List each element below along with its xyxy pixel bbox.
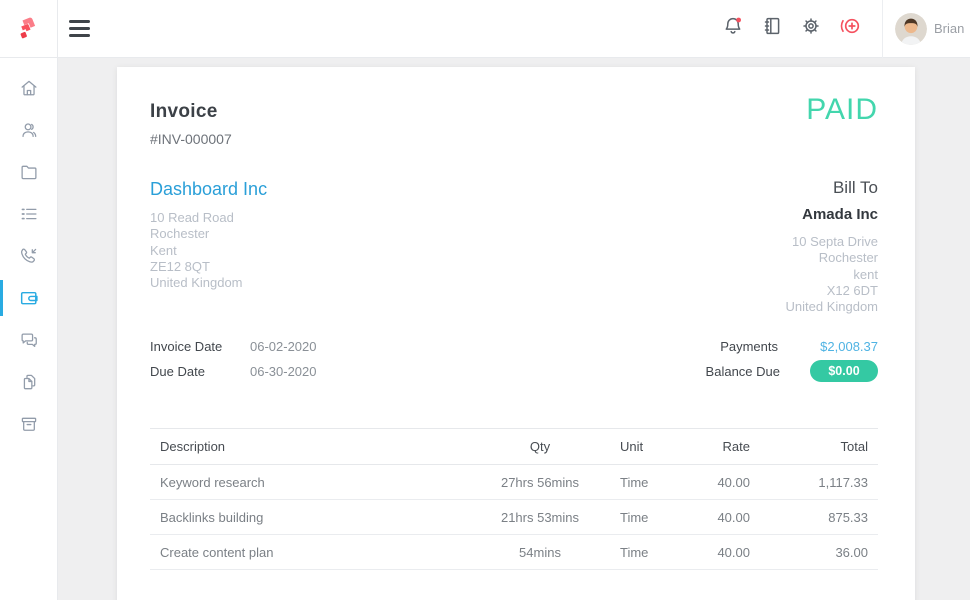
payments-value[interactable]: $2,008.37: [808, 339, 878, 354]
sidebar-item-documents[interactable]: [0, 361, 57, 403]
cell-qty: 21hrs 53mins: [480, 500, 600, 535]
menu-toggle-button[interactable]: [69, 16, 90, 42]
sidebar-item-calls[interactable]: [0, 235, 57, 277]
invoice-date-value: 06-02-2020: [250, 339, 317, 354]
cell-description: Keyword research: [150, 465, 480, 500]
address-line: Kent: [150, 243, 267, 259]
address-line: ZE12 8QT: [150, 259, 267, 275]
table-row: Backlinks building 21hrs 53mins Time 40.…: [150, 500, 878, 535]
address-line: United Kingdom: [150, 275, 267, 291]
cell-total: 875.33: [760, 500, 878, 535]
address-line: 10 Septa Drive: [786, 234, 879, 250]
user-name: Brian: [934, 21, 964, 36]
bill-to-name: Amada Inc: [786, 205, 879, 225]
contacts-icon: [18, 119, 40, 141]
settings-gear-icon: [799, 14, 823, 43]
avaza-logo-icon: [13, 10, 45, 47]
address-line: kent: [786, 267, 879, 283]
record-add-icon: [837, 14, 863, 43]
header-description: Description: [150, 429, 480, 465]
header-qty: Qty: [480, 429, 600, 465]
list-icon: [18, 203, 40, 225]
address-line: Rochester: [786, 250, 879, 266]
cell-qty: 27hrs 56mins: [480, 465, 600, 500]
cell-unit: Time: [600, 500, 690, 535]
cell-rate: 40.00: [690, 500, 760, 535]
invoice-title: Invoice: [150, 101, 878, 123]
address-line: United Kingdom: [786, 299, 879, 315]
cell-rate: 40.00: [690, 535, 760, 570]
line-items-table: Description Qty Unit Rate Total Keyword …: [150, 428, 878, 570]
company-name[interactable]: Dashboard Inc: [150, 177, 267, 201]
notifications-button[interactable]: [721, 17, 745, 41]
header-rate: Rate: [690, 429, 760, 465]
cell-qty: 54mins: [480, 535, 600, 570]
user-menu[interactable]: Brian: [882, 0, 970, 58]
folder-icon: [18, 161, 40, 183]
company-address: 10 Read Road Rochester Kent ZE12 8QT Uni…: [150, 210, 267, 291]
cell-description: Backlinks building: [150, 500, 480, 535]
settings-button[interactable]: [799, 17, 823, 41]
cell-rate: 40.00: [690, 465, 760, 500]
bill-to-block: Bill To Amada Inc 10 Septa Drive Rochest…: [786, 177, 879, 315]
cell-unit: Time: [600, 535, 690, 570]
journal-icon: [760, 14, 784, 43]
sidebar-item-archive[interactable]: [0, 403, 57, 445]
table-header-row: Description Qty Unit Rate Total: [150, 429, 878, 465]
wallet-icon: [18, 287, 40, 309]
cell-description: Create content plan: [150, 535, 480, 570]
sidebar-nav: [0, 58, 58, 600]
invoice-number: #INV-000007: [150, 131, 878, 147]
sidebar-item-projects[interactable]: [0, 151, 57, 193]
company-block: Dashboard Inc 10 Read Road Rochester Ken…: [150, 177, 267, 315]
address-line: Rochester: [150, 226, 267, 242]
invoice-card: Invoice #INV-000007 PAID Dashboard Inc 1…: [117, 67, 915, 600]
documents-icon: [18, 371, 40, 393]
bill-to-label: Bill To: [786, 177, 879, 199]
balance-due-badge: $0.00: [810, 360, 878, 382]
home-icon: [18, 77, 40, 99]
user-avatar: [895, 13, 927, 45]
address-line: 10 Read Road: [150, 210, 267, 226]
bill-to-address: 10 Septa Drive Rochester kent X12 6DT Un…: [786, 234, 879, 315]
table-row: Keyword research 27hrs 56mins Time 40.00…: [150, 465, 878, 500]
invoice-date-label: Invoice Date: [150, 339, 250, 354]
sidebar-item-messages[interactable]: [0, 319, 57, 361]
due-date-label: Due Date: [150, 364, 250, 379]
due-date-value: 06-30-2020: [250, 364, 317, 379]
sidebar-item-contacts[interactable]: [0, 109, 57, 151]
phone-incoming-icon: [18, 245, 40, 267]
sidebar-item-invoices[interactable]: [0, 277, 57, 319]
totals-block: Payments $2,008.37 Balance Due $0.00: [706, 337, 878, 387]
archive-icon: [18, 413, 40, 435]
balance-due-label: Balance Due: [706, 364, 780, 379]
main-content: Invoice #INV-000007 PAID Dashboard Inc 1…: [58, 58, 970, 600]
bell-icon: [721, 14, 745, 43]
cell-unit: Time: [600, 465, 690, 500]
app-logo[interactable]: [0, 0, 58, 58]
status-badge: PAID: [806, 93, 878, 127]
payments-label: Payments: [720, 339, 778, 354]
journal-button[interactable]: [760, 17, 784, 41]
sidebar-item-tasks[interactable]: [0, 193, 57, 235]
address-line: X12 6DT: [786, 283, 879, 299]
table-row: Create content plan 54mins Time 40.00 36…: [150, 535, 878, 570]
header-unit: Unit: [600, 429, 690, 465]
cell-total: 36.00: [760, 535, 878, 570]
header-total: Total: [760, 429, 878, 465]
sidebar-item-home[interactable]: [0, 67, 57, 109]
dates-block: Invoice Date 06-02-2020 Due Date 06-30-2…: [150, 337, 317, 387]
chat-icon: [18, 329, 40, 351]
cell-total: 1,117.33: [760, 465, 878, 500]
top-bar: Brian: [0, 0, 970, 58]
record-timer-button[interactable]: [838, 17, 862, 41]
